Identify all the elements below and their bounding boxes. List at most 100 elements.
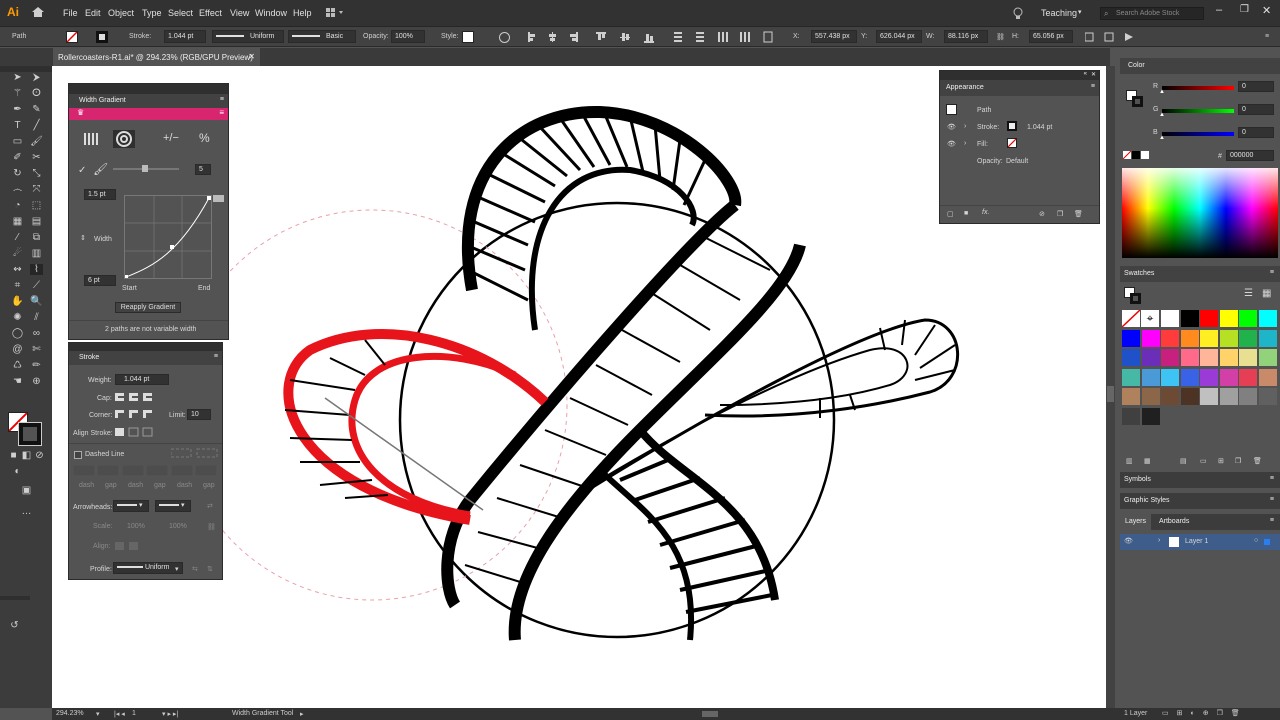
swatch-chip[interactable]: [1258, 310, 1277, 327]
symbol-sprayer-tool-icon[interactable]: ☄: [11, 248, 24, 259]
panel-menu-icon[interactable]: ≡: [1265, 33, 1269, 40]
panel-menu-icon[interactable]: ≡: [1270, 269, 1274, 276]
new-swatch-icon[interactable]: ⊞: [1218, 457, 1224, 465]
layers-tab[interactable]: Layers: [1120, 514, 1152, 530]
swatch-chip[interactable]: [1180, 368, 1199, 386]
screen-mode-icon[interactable]: ▣: [20, 485, 33, 496]
slice-tool-icon[interactable]: ⟋: [30, 280, 43, 291]
curve-handle-icon[interactable]: [213, 195, 224, 202]
type-tool-icon[interactable]: T: [11, 120, 24, 131]
swatch-chip[interactable]: [1200, 310, 1218, 327]
chevron-down-icon[interactable]: ▾: [175, 565, 179, 573]
delete-item-icon[interactable]: 🗑: [1074, 210, 1083, 218]
search-stock-input[interactable]: ⌕ Search Adobe Stock: [1100, 7, 1204, 20]
graphic-styles-panel-tab[interactable]: Graphic Styles ≡: [1120, 493, 1280, 509]
swatch-chip[interactable]: [1122, 407, 1140, 425]
panel-menu-icon[interactable]: ≡: [1270, 496, 1274, 503]
arrowhead-start-select[interactable]: ▾: [113, 500, 149, 512]
width-curve-graph[interactable]: [124, 195, 212, 279]
paintbrush-tool-icon[interactable]: 🖌: [30, 136, 43, 147]
swatch-chip[interactable]: [1200, 329, 1218, 347]
swatch-chip[interactable]: [1122, 368, 1140, 386]
artboards-tab[interactable]: Artboards: [1159, 518, 1189, 525]
brush-definition[interactable]: Basic: [288, 30, 356, 43]
variable-width-profile[interactable]: Uniform: [212, 30, 284, 43]
shape-builder-tool-icon[interactable]: ◔: [11, 200, 24, 211]
vertical-scroll-thumb[interactable]: [1107, 386, 1114, 402]
stroke-visibility-icon[interactable]: 👁: [947, 123, 956, 131]
symbols-panel-tab[interactable]: Symbols ≡: [1120, 472, 1280, 488]
eyedropper-tool-icon[interactable]: ⁄: [11, 232, 24, 243]
document-tab[interactable]: Rollercoasters-R1.ai* @ 294.23% (RGB/GPU…: [53, 48, 260, 66]
menu-help[interactable]: Help: [293, 8, 312, 18]
panel-menu-icon[interactable]: ≡: [1270, 475, 1274, 482]
swatch-chip[interactable]: [1161, 368, 1179, 386]
swatches-panel-tab[interactable]: Swatches ≡: [1120, 266, 1280, 282]
layer-name[interactable]: Layer 1: [1185, 538, 1208, 545]
appearance-fill-swatch[interactable]: [1007, 138, 1017, 148]
hand-tool-icon[interactable]: ✋: [11, 296, 24, 307]
minimize-icon[interactable]: –: [1216, 4, 1222, 16]
artboard-nav[interactable]: |◂ ◂: [114, 710, 125, 718]
live-paint-tool-icon[interactable]: ⬚: [30, 200, 43, 211]
b-slider[interactable]: ▲: [1159, 132, 1234, 141]
transform-icons[interactable]: [1084, 32, 1145, 42]
white-color-chip[interactable]: [1141, 151, 1149, 159]
zoom-2-tool-icon[interactable]: ⊕: [30, 376, 43, 387]
link-scale-icon[interactable]: ⛓: [207, 523, 216, 531]
checkmark-icon[interactable]: ✓: [78, 165, 86, 176]
width-gradient-tool-icon[interactable]: ↭: [11, 264, 24, 275]
hand-2-tool-icon[interactable]: ☚: [11, 376, 24, 387]
horizontal-scroll-thumb[interactable]: [702, 711, 718, 717]
draw-mode-icon[interactable]: ◐: [11, 466, 24, 477]
black-color-chip[interactable]: [1132, 151, 1140, 159]
g-slider-thumb[interactable]: ▲: [1159, 112, 1165, 118]
puppet-warp-tool-icon[interactable]: ✺: [11, 312, 24, 323]
width-tool-icon[interactable]: ⌇: [30, 264, 43, 275]
swatch-chip[interactable]: [1219, 349, 1238, 366]
swatch-chip[interactable]: [1180, 329, 1199, 347]
b-field[interactable]: 0: [1238, 127, 1274, 138]
steps-field[interactable]: 5: [195, 164, 211, 175]
ellipse-tool-icon[interactable]: ◯: [11, 328, 24, 339]
knife-tool-icon[interactable]: ⫽: [30, 312, 43, 323]
swatch-chip[interactable]: [1161, 349, 1179, 366]
swatch-chip[interactable]: [1180, 349, 1199, 366]
panel-menu-icon[interactable]: ≡: [1270, 517, 1274, 524]
menu-edit[interactable]: Edit: [85, 8, 101, 18]
artboard-number[interactable]: 1: [132, 710, 136, 717]
close-tab-icon[interactable]: ✕: [248, 52, 255, 61]
new-color-group-icon[interactable]: ▭: [1200, 457, 1207, 465]
color-spectrum[interactable]: [1122, 168, 1278, 258]
w-field[interactable]: 88.116 px: [944, 30, 988, 43]
pen-tool-icon[interactable]: ✒: [11, 104, 24, 115]
swatch-chip[interactable]: [1239, 329, 1257, 347]
swatch-chip[interactable]: [1141, 329, 1160, 347]
shaper-tool-icon[interactable]: ✐: [11, 152, 24, 163]
add-subtract-button[interactable]: +/−: [163, 132, 179, 144]
swatch-chip[interactable]: [1161, 388, 1179, 405]
panel-menu-icon[interactable]: ≡: [214, 353, 218, 360]
link-icon[interactable]: ⛓: [996, 33, 1005, 41]
appearance-stroke-swatch[interactable]: [1007, 121, 1017, 131]
fill-none-swatch[interactable]: [66, 31, 78, 43]
menu-window[interactable]: Window: [255, 8, 287, 18]
grid-view-icon[interactable]: ▦: [1262, 288, 1271, 299]
menu-object[interactable]: Object: [108, 8, 134, 18]
profile-select[interactable]: Uniform: [113, 562, 183, 574]
end-width-field[interactable]: 6 pt: [84, 275, 116, 286]
menu-file[interactable]: File: [63, 8, 78, 18]
warp-tool-icon[interactable]: ෴: [11, 184, 24, 195]
swap-arrowheads-icon[interactable]: ⇄: [207, 502, 213, 510]
x-field[interactable]: 557.438 px: [811, 30, 857, 43]
steps-slider-thumb[interactable]: [142, 165, 148, 172]
swatch-chip[interactable]: [1239, 388, 1257, 405]
curvature-tool-icon[interactable]: ✎: [30, 104, 43, 115]
dash-gap-fields[interactable]: [72, 464, 219, 477]
lightbulb-icon[interactable]: [1013, 7, 1023, 20]
cap-buttons[interactable]: [115, 392, 155, 402]
r-slider-thumb[interactable]: ▲: [1159, 89, 1165, 95]
flip-across-icon[interactable]: ⇅: [207, 565, 213, 573]
menu-type[interactable]: Type: [142, 8, 162, 18]
align-arrow-buttons[interactable]: [115, 541, 143, 551]
